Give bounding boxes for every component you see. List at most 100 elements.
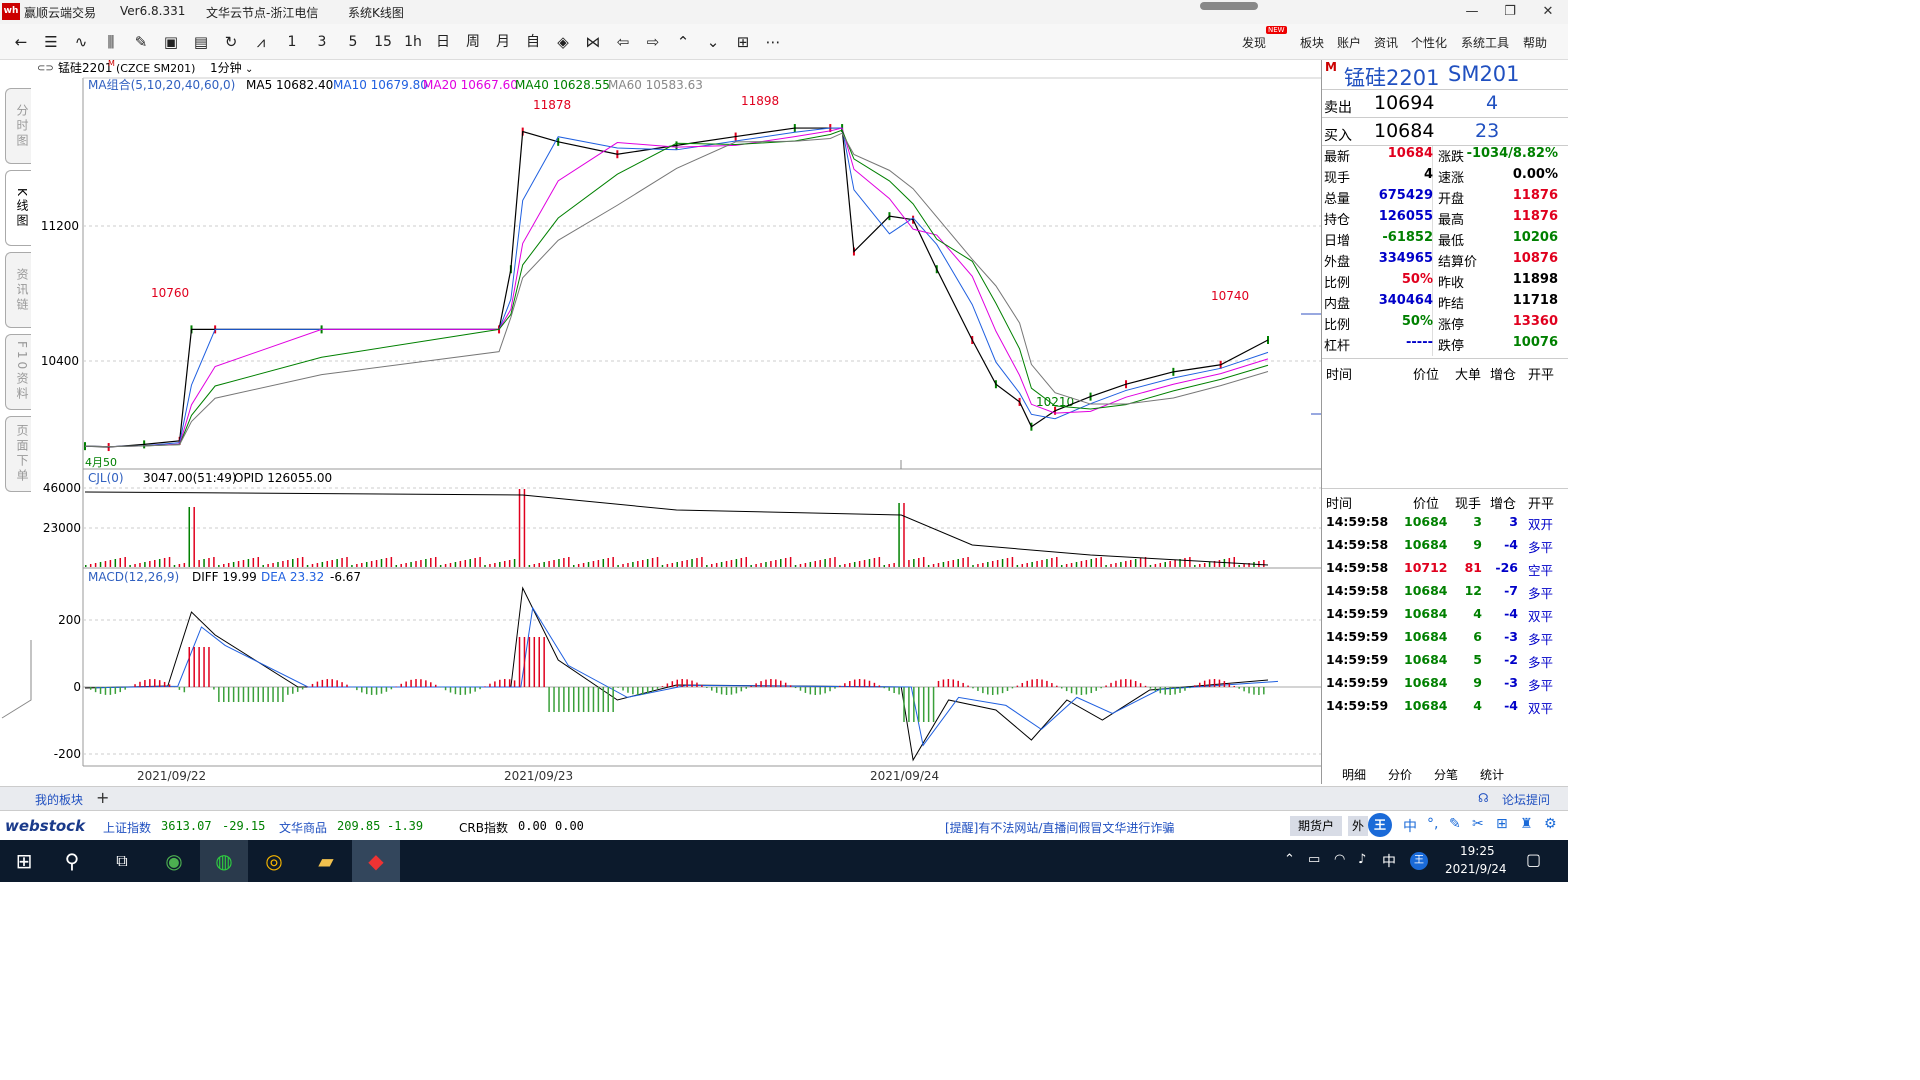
stat-right-label[interactable]: 结算价 [1438, 251, 1477, 270]
zoom-in-icon[interactable]: ◈ [552, 32, 574, 52]
browser-360-icon[interactable]: ◉ [150, 840, 198, 882]
tick-row[interactable]: 14:59:58 10684 3 3 双开 [1322, 511, 1568, 534]
add-block-button[interactable]: + [96, 788, 109, 807]
tab-price-dist[interactable]: 分价 [1388, 766, 1412, 783]
ime-grid-icon[interactable]: ⊞ [1496, 816, 1508, 832]
ime-logo-icon[interactable]: 王 [1368, 813, 1392, 837]
close-button[interactable]: ✕ [1528, 2, 1568, 22]
index1-name[interactable]: 上证指数 [103, 819, 151, 836]
line-chart-icon[interactable]: ∿ [70, 32, 92, 52]
tick-row[interactable]: 14:59:59 10684 9 -3 多平 [1322, 672, 1568, 695]
tick-row[interactable]: 14:59:59 10684 4 -4 双平 [1322, 695, 1568, 718]
period-5[interactable]: 5 [342, 32, 364, 52]
minimize-button[interactable]: — [1452, 2, 1492, 22]
file-explorer-icon[interactable]: ▰ [302, 840, 350, 882]
period-day[interactable]: 日 [432, 32, 454, 52]
period-month[interactable]: 月 [492, 32, 514, 52]
ime-punct-icon[interactable]: °, [1427, 816, 1438, 832]
refresh-icon[interactable]: ↻ [220, 32, 242, 52]
chart-period-select[interactable]: 1分钟 [210, 60, 242, 75]
maximize-button[interactable]: ❐ [1490, 2, 1530, 22]
ime-indicator[interactable]: 中 [1382, 851, 1396, 871]
clock-date[interactable]: 2021/9/24 [1445, 862, 1507, 876]
macd-legend-label[interactable]: MACD(12,26,9) [88, 570, 179, 584]
clock-time[interactable]: 19:25 [1460, 844, 1495, 858]
ime-scissors-icon[interactable]: ✂ [1472, 816, 1484, 832]
ime-pen-icon[interactable]: ✎ [1449, 816, 1461, 832]
headset-icon[interactable]: ☊ [1478, 791, 1489, 805]
list-icon[interactable]: ☰ [40, 32, 62, 52]
futures-account-button[interactable]: 期货户 [1290, 816, 1342, 836]
zoom-out-icon[interactable]: ⋈ [582, 32, 604, 52]
wifi-icon[interactable]: ◠ [1334, 852, 1345, 867]
tick-row[interactable]: 14:59:58 10684 12 -7 多平 [1322, 580, 1568, 603]
tab-timeshare[interactable]: 分时图 [5, 88, 31, 164]
menu-sector[interactable]: 板块 [1300, 34, 1324, 51]
task-view-icon[interactable]: ⧉ [98, 840, 146, 882]
vol-legend-label[interactable]: CJL(0) [88, 471, 124, 485]
tick-list[interactable]: 14:59:58 10684 3 3 双开 14:59:58 10684 9 -4… [1322, 511, 1568, 718]
layout-icon[interactable]: ⊞ [732, 32, 754, 52]
arrow-right-icon[interactable]: ⇨ [642, 32, 664, 52]
tick-row[interactable]: 14:59:59 10684 6 -3 多平 [1322, 626, 1568, 649]
tab-order[interactable]: 页面下单 [5, 416, 31, 492]
arrow-up-icon[interactable]: ⌃ [672, 32, 694, 52]
period-week[interactable]: 周 [462, 32, 484, 52]
ime-chinese-icon[interactable]: 中 [1403, 816, 1417, 836]
ma-legend-label[interactable]: MA组合(5,10,20,40,60,0) [88, 77, 235, 92]
menu-account[interactable]: 账户 [1337, 34, 1361, 51]
windows-start-icon[interactable]: ⊞ [0, 840, 48, 882]
period-3[interactable]: 3 [311, 32, 333, 52]
tab-stats[interactable]: 统计 [1480, 766, 1504, 783]
wai-button[interactable]: 外 [1348, 816, 1368, 836]
arrow-left-icon[interactable]: ⇦ [612, 32, 634, 52]
tick-row[interactable]: 14:59:58 10684 9 -4 多平 [1322, 534, 1568, 557]
forum-link[interactable]: 论坛提问 [1502, 791, 1550, 808]
period-custom[interactable]: 自 [522, 32, 544, 52]
tick-row[interactable]: 14:59:59 10684 5 -2 多平 [1322, 649, 1568, 672]
index2-name[interactable]: 文华商品 [279, 819, 327, 836]
arrow-down-icon[interactable]: ⌄ [702, 32, 724, 52]
period-1[interactable]: 1 [281, 32, 303, 52]
macd-bar [903, 687, 905, 722]
menu-tools[interactable]: 系统工具 [1461, 34, 1509, 51]
tab-f10[interactable]: F10资料 [5, 334, 31, 410]
tab-kline[interactable]: K线图 [5, 170, 31, 246]
indicator-icon[interactable]: ⩘ [250, 32, 272, 52]
notification-icon[interactable]: ▢ [1526, 850, 1541, 869]
search-icon[interactable]: ⚲ [48, 840, 96, 882]
ime-settings-icon[interactable]: ⚙ [1544, 816, 1557, 832]
my-block-tab[interactable]: 我的板块 [35, 791, 83, 808]
volume-icon[interactable]: ♪ [1358, 852, 1366, 867]
wechat-icon[interactable]: ◍ [200, 840, 248, 882]
tab-detail[interactable]: 明细 [1342, 766, 1366, 783]
save-icon[interactable]: ▤ [190, 32, 212, 52]
kline-chart-area[interactable]: ⊂⊃ 锰硅2201 M (CZCE SM201) 1分钟 ⌄ MA组合(5,10… [33, 59, 1321, 784]
period-15[interactable]: 15 [372, 32, 394, 52]
kline-chart-svg[interactable]: ⊂⊃ 锰硅2201 M (CZCE SM201) 1分钟 ⌄ MA组合(5,10… [33, 59, 1321, 784]
ime-shirt-icon[interactable]: ♜ [1520, 816, 1533, 832]
tab-ticks[interactable]: 分笔 [1434, 766, 1458, 783]
panel-icon[interactable]: ▣ [160, 32, 182, 52]
battery-icon[interactable]: ▭ [1308, 852, 1320, 867]
menu-personalize[interactable]: 个性化 [1411, 34, 1447, 51]
period-1h[interactable]: 1h [402, 32, 424, 52]
wenhua-app-icon[interactable]: ◆ [352, 840, 400, 882]
tick-row[interactable]: 14:59:59 10684 4 -4 双平 [1322, 603, 1568, 626]
index3-name[interactable]: CRB指数 [459, 819, 508, 836]
menu-news[interactable]: 资讯 [1374, 34, 1398, 51]
chrome-icon[interactable]: ◎ [250, 840, 298, 882]
menu-help[interactable]: 帮助 [1523, 34, 1547, 51]
draw-icon[interactable]: ✎ [130, 32, 152, 52]
period-chevron-icon[interactable]: ⌄ [245, 64, 253, 75]
more-icon[interactable]: ⋯ [762, 32, 784, 52]
volume-bar [1070, 563, 1073, 567]
tick-row[interactable]: 14:59:58 10712 81 -26 空平 [1322, 557, 1568, 580]
sogou-tray-icon[interactable]: 王 [1410, 852, 1428, 870]
tray-chevron-icon[interactable]: ⌃ [1284, 852, 1295, 867]
back-icon[interactable]: ← [10, 32, 32, 52]
fraud-notice[interactable]: [提醒]有不法网站/直播间假冒文华进行诈骗 [945, 819, 1174, 836]
kline-icon[interactable]: ⫼ [100, 32, 122, 52]
menu-discover[interactable]: 发现 [1242, 34, 1266, 51]
tab-news-chain[interactable]: 资讯链 [5, 252, 31, 328]
